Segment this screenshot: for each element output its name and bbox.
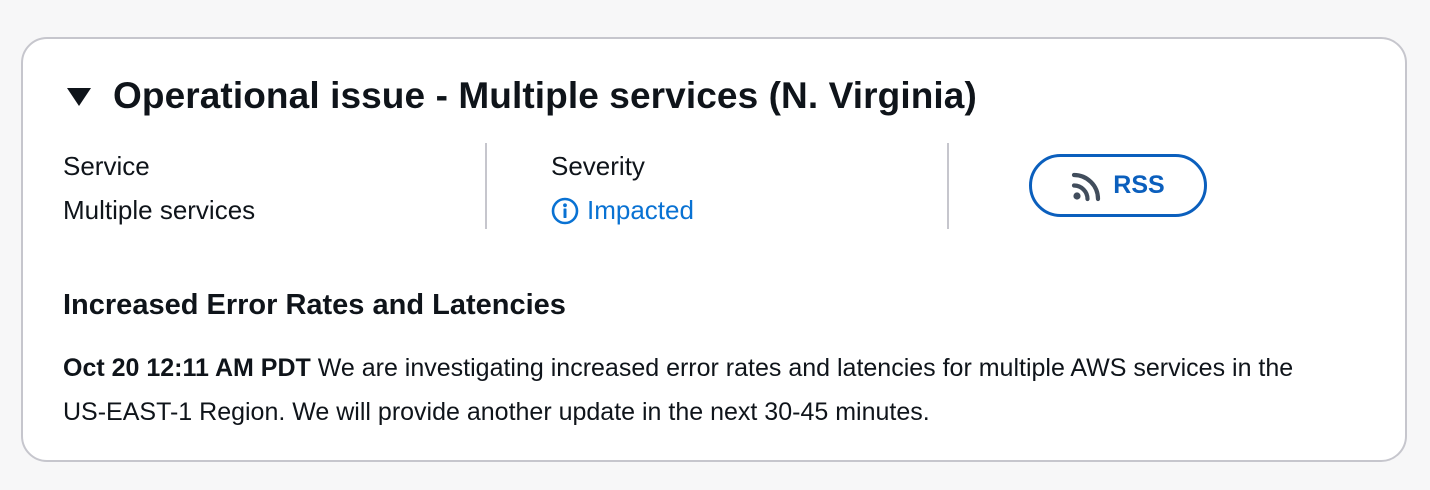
severity-status: Impacted [551,195,694,226]
severity-value: Impacted [587,195,694,225]
rss-button[interactable]: RSS [1029,154,1207,217]
event-title: Operational issue - Multiple services (N… [113,75,977,116]
event-card: Operational issue - Multiple services (N… [21,37,1407,462]
rss-feed-icon [1071,170,1103,202]
service-label: Service [63,151,150,181]
severity-column: Severity Impacted [487,143,947,229]
update-heading: Increased Error Rates and Latencies [63,289,566,321]
service-value: Multiple services [63,195,256,225]
event-details: Service Multiple services Severity Impac… [63,143,1363,229]
service-column: Service Multiple services [63,143,483,229]
info-circle-icon [551,197,579,225]
rss-column: RSS [949,143,1249,229]
update-timestamp: Oct 20 12:11 AM PDT [63,354,311,382]
rss-label: RSS [1113,171,1165,199]
event-header-toggle[interactable]: Operational issue - Multiple services (N… [67,75,977,117]
caret-down-icon[interactable] [67,88,91,106]
severity-label: Severity [551,151,645,181]
update-message: Oct 20 12:11 AM PDT We are investigating… [63,346,1323,434]
